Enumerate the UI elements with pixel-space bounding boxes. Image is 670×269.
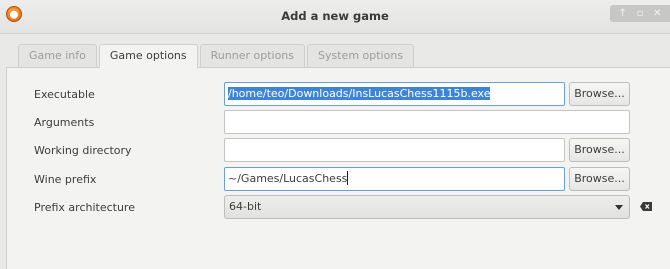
maximize-icon[interactable]: ↑ [617,8,629,19]
arguments-field[interactable] [224,110,630,134]
window-title: Add a new game [281,9,389,23]
working-directory-browse-button[interactable]: Browse... [569,138,630,162]
text-cursor [347,171,349,185]
window-controls: ↑ ▫ ✕ [610,5,670,22]
tab-system-options[interactable]: System options [307,44,415,67]
tab-game-options[interactable]: Game options [98,44,198,68]
wine-prefix-value: ~/Games/LucasChess [228,172,348,185]
prefix-architecture-value: 64-bit [229,200,262,213]
executable-browse-button[interactable]: Browse... [569,82,630,106]
close-icon[interactable]: ✕ [651,8,663,19]
executable-field[interactable]: /home/teo/Downloads/InsLucasChess1115b.e… [224,82,565,106]
chevron-down-icon [615,205,623,210]
prefix-architecture-select[interactable]: 64-bit [224,195,630,219]
wine-prefix-label: Wine prefix [34,173,97,186]
restore-icon[interactable]: ▫ [634,8,646,19]
prefix-architecture-label: Prefix architecture [34,201,135,214]
clear-icon[interactable] [640,202,652,211]
title-bar: Add a new game ↑ ▫ ✕ [0,0,670,34]
working-directory-field[interactable] [224,138,565,162]
tab-bar: Game info Game options Runner options Sy… [18,44,416,68]
arguments-label: Arguments [34,116,95,129]
wine-prefix-browse-button[interactable]: Browse... [569,167,630,191]
executable-label: Executable [34,88,95,101]
executable-value: /home/teo/Downloads/InsLucasChess1115b.e… [228,87,491,100]
tab-game-info[interactable]: Game info [18,44,97,67]
working-directory-label: Working directory [34,144,132,157]
tab-runner-options[interactable]: Runner options [199,44,306,67]
wine-prefix-field[interactable]: ~/Games/LucasChess [224,167,565,191]
